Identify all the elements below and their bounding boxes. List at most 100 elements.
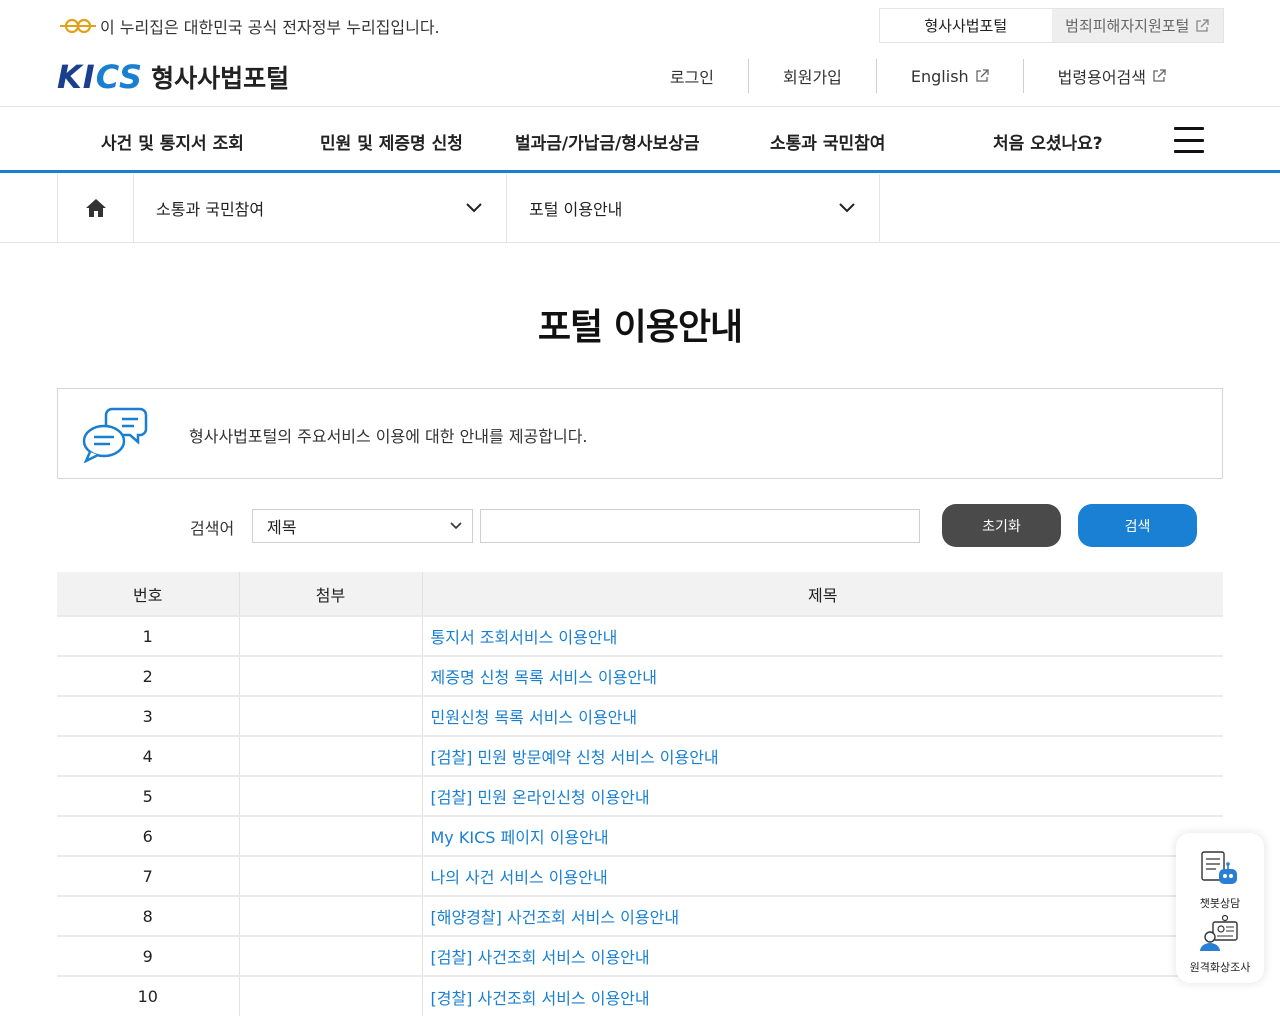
table-header-row: 번호 첨부 제목	[57, 572, 1223, 616]
row-number: 8	[57, 895, 239, 936]
floating-quick-menu: 챗봇상담 원격화상조사	[1176, 833, 1264, 983]
login-link[interactable]: 로그인	[636, 59, 748, 93]
breadcrumb-level1-label: 소통과 국민참여	[156, 200, 265, 219]
table-row: 10 [경찰] 사건조회 서비스 이용안내	[57, 975, 1223, 1016]
search-bar: 검색어 제목 초기화 검색	[0, 503, 1280, 548]
english-link[interactable]: English	[875, 59, 1023, 93]
search-button[interactable]: 검색	[1078, 504, 1197, 547]
external-link-icon	[976, 69, 989, 82]
legal-term-search-label: 법령용어검색	[1057, 68, 1146, 87]
site-logo[interactable]: KICS 형사사법포털	[57, 58, 289, 96]
row-title-link[interactable]: [해양경찰] 사건조회 서비스 이용안내	[421, 895, 1223, 936]
gnb-communication[interactable]: 소통과 국민참여	[770, 129, 885, 154]
chevron-down-icon	[450, 522, 462, 530]
table-row: 2 제증명 신청 목록 서비스 이용안내	[57, 655, 1223, 696]
board-table: 번호 첨부 제목 1 통지서 조회서비스 이용안내 2 제증명 신청 목록 서비스 이…	[57, 572, 1223, 1016]
row-title-link[interactable]: [검찰] 민원 온라인신청 이용안내	[421, 775, 1223, 816]
breadcrumb-level2-label: 포털 이용안내	[529, 200, 623, 219]
chatbot-button[interactable]: 챗봇상담	[1176, 849, 1264, 911]
row-attachment	[238, 935, 422, 976]
gnb-civil-certificate[interactable]: 민원 및 제증명 신청	[320, 129, 463, 154]
kics-logo-suffix: CS	[95, 58, 144, 96]
main-navigation: 사건 및 통지서 조회 민원 및 제증명 신청 벌과금/가납금/형사보상금 소통…	[0, 107, 1280, 173]
chat-bubbles-icon	[82, 405, 148, 467]
row-attachment	[238, 735, 422, 776]
table-row: 7 나의 사건 서비스 이용안내	[57, 855, 1223, 896]
row-title-link[interactable]: My KICS 페이지 이용안내	[421, 815, 1223, 856]
chevron-down-icon	[839, 203, 855, 213]
page-title: 포털 이용안내	[537, 307, 743, 348]
row-title-link[interactable]: 나의 사건 서비스 이용안내	[421, 855, 1223, 896]
col-header-attachment: 첨부	[238, 572, 422, 616]
kics-logo-prefix: KI	[57, 58, 96, 96]
portal-switch-victim[interactable]: 범죄피해자지원포털	[1051, 9, 1223, 42]
table-row: 6 My KICS 페이지 이용안내	[57, 815, 1223, 856]
row-number: 3	[57, 695, 239, 736]
legal-term-search-link[interactable]: 법령용어검색	[1022, 59, 1200, 93]
table-row: 9 [검찰] 사건조회 서비스 이용안내	[57, 935, 1223, 976]
portal-switch-kics[interactable]: 형사사법포털	[880, 9, 1052, 42]
table-row: 1 통지서 조회서비스 이용안내	[57, 615, 1223, 656]
remote-video-label: 원격화상조사	[1189, 961, 1251, 974]
row-number: 10	[57, 975, 239, 1016]
remote-video-button[interactable]: 원격화상조사	[1176, 913, 1264, 975]
breadcrumb-level1-dropdown[interactable]: 소통과 국민참여	[134, 174, 507, 242]
gnb-first-visit[interactable]: 처음 오셨나요?	[993, 129, 1103, 154]
table-row: 5 [검찰] 민원 온라인신청 이용안내	[57, 775, 1223, 816]
search-field-selected: 제목	[267, 518, 297, 537]
egov-logo-icon	[60, 18, 96, 34]
gnb-fines-compensation[interactable]: 벌과금/가납금/형사보상금	[515, 129, 699, 154]
row-attachment	[238, 655, 422, 696]
breadcrumb-home[interactable]	[57, 174, 134, 242]
search-field-select[interactable]: 제목	[252, 509, 473, 543]
search-label: 검색어	[190, 519, 235, 538]
intro-box: 형사사법포털의 주요서비스 이용에 대한 안내를 제공합니다.	[57, 388, 1223, 479]
video-investigation-icon	[1200, 914, 1238, 951]
gov-banner-text-wrap: 이 누리집은 대한민국 공식 전자정부 누리집입니다.	[58, 14, 440, 38]
row-number: 6	[57, 815, 239, 856]
signup-label: 회원가입	[783, 68, 842, 87]
portal-switch: 형사사법포털 범죄피해자지원포털	[879, 8, 1224, 43]
site-logo-name: 형사사법포털	[151, 64, 290, 93]
table-row: 8 [해양경찰] 사건조회 서비스 이용안내	[57, 895, 1223, 936]
row-number: 4	[57, 735, 239, 776]
row-title-link[interactable]: 통지서 조회서비스 이용안내	[421, 615, 1223, 656]
row-title-link[interactable]: [경찰] 사건조회 서비스 이용안내	[421, 975, 1223, 1016]
breadcrumb: 소통과 국민참여 포털 이용안내	[0, 174, 1280, 243]
table-row: 4 [검찰] 민원 방문예약 신청 서비스 이용안내	[57, 735, 1223, 776]
row-attachment	[238, 975, 422, 1016]
header: KICS 형사사법포털 로그인 회원가입 English 법령용어검색	[0, 50, 1280, 107]
row-attachment	[238, 855, 422, 896]
portal-switch-victim-label: 범죄피해자지원포털	[1065, 17, 1190, 35]
intro-text: 형사사법포털의 주요서비스 이용에 대한 안내를 제공합니다.	[189, 427, 588, 446]
external-link-icon	[1153, 69, 1166, 82]
row-attachment	[238, 815, 422, 856]
table-row: 3 민원신청 목록 서비스 이용안내	[57, 695, 1223, 736]
portal-switch-kics-label: 형사사법포털	[924, 17, 1008, 35]
breadcrumb-level2-dropdown[interactable]: 포털 이용안내	[507, 174, 880, 242]
row-number: 9	[57, 935, 239, 976]
signup-link[interactable]: 회원가입	[748, 59, 876, 93]
row-number: 2	[57, 655, 239, 696]
external-link-icon	[1196, 18, 1209, 32]
row-title-link[interactable]: 제증명 신청 목록 서비스 이용안내	[421, 655, 1223, 696]
row-number: 5	[57, 775, 239, 816]
gnb-case-notice[interactable]: 사건 및 통지서 조회	[101, 129, 244, 154]
col-header-title: 제목	[421, 572, 1223, 616]
row-attachment	[238, 895, 422, 936]
row-title-link[interactable]: [검찰] 사건조회 서비스 이용안내	[421, 935, 1223, 976]
row-attachment	[238, 775, 422, 816]
row-title-link[interactable]: [검찰] 민원 방문예약 신청 서비스 이용안내	[421, 735, 1223, 776]
home-icon	[85, 199, 106, 217]
english-label: English	[910, 66, 969, 86]
kics-logo-mark: KICS	[57, 58, 143, 96]
search-input[interactable]	[480, 509, 920, 543]
reset-button[interactable]: 초기화	[942, 504, 1061, 547]
row-number: 1	[57, 615, 239, 656]
col-header-number: 번호	[57, 572, 239, 616]
row-attachment	[238, 615, 422, 656]
hamburger-menu-icon[interactable]	[1174, 127, 1204, 153]
chevron-down-icon	[466, 203, 482, 213]
row-title-link[interactable]: 민원신청 목록 서비스 이용안내	[421, 695, 1223, 736]
chatbot-label: 챗봇상담	[1199, 897, 1241, 910]
